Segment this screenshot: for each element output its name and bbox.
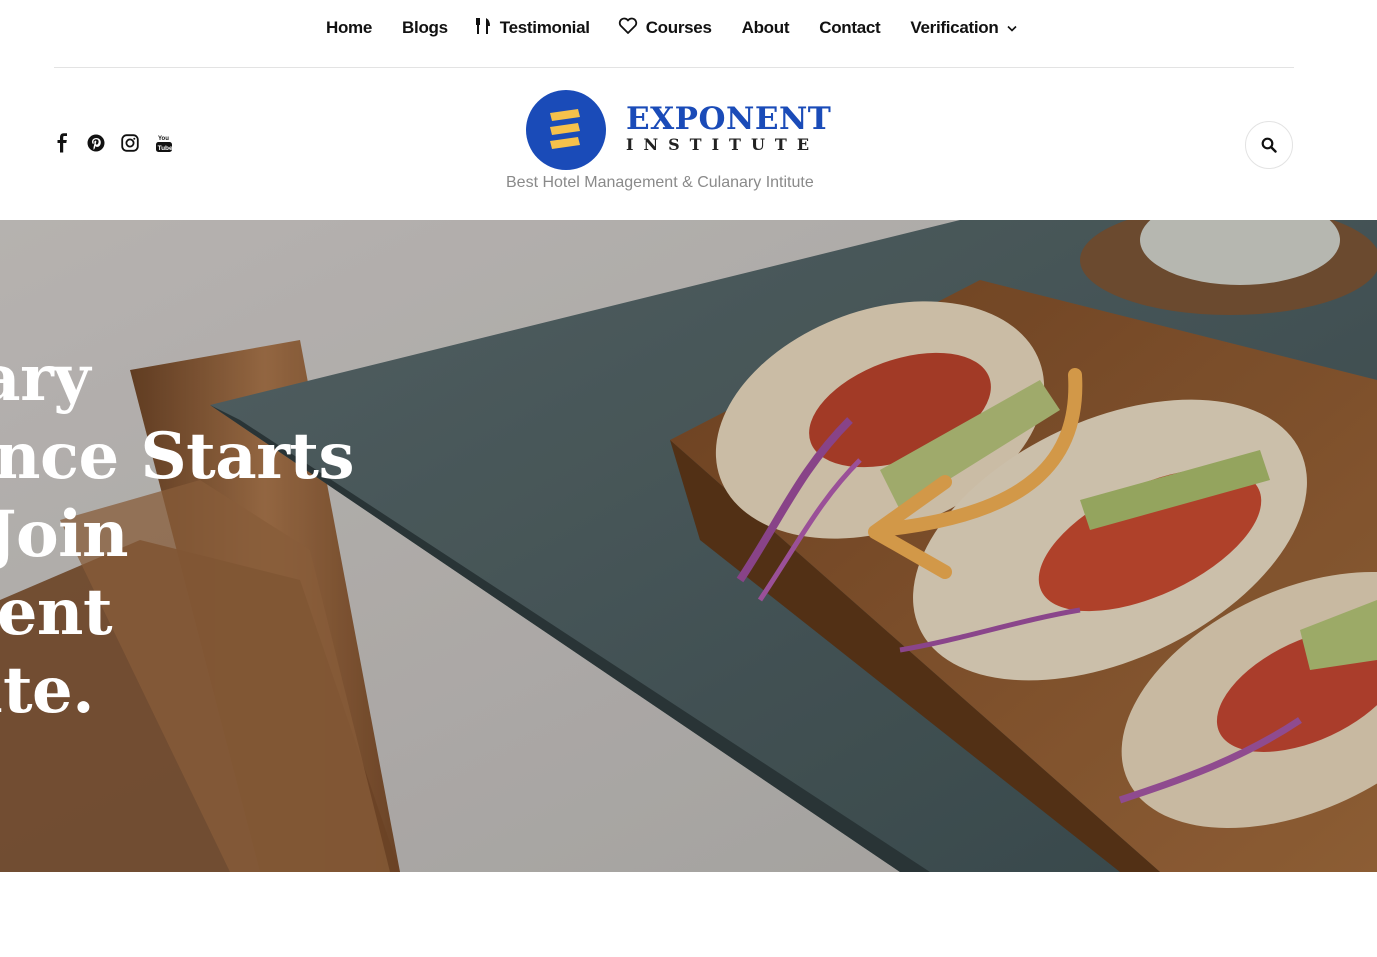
fork-knife-icon — [475, 17, 492, 40]
hero-line: ary — [0, 341, 91, 416]
nav-divider — [54, 67, 1294, 68]
nav-item-contact[interactable]: Contact — [819, 16, 880, 40]
nav-item-label: Home — [326, 18, 373, 37]
top-navigation: Home Blogs Testimonial Courses About Con… — [0, 0, 1377, 56]
heart-icon — [618, 17, 638, 40]
facebook-icon[interactable] — [52, 133, 72, 153]
hero-line: ent — [0, 575, 113, 650]
site-logo[interactable]: EXPONENT INSTITUTE — [526, 90, 831, 170]
nav-item-label: About — [741, 18, 790, 37]
instagram-icon[interactable] — [120, 133, 140, 153]
nav-menu: Home Blogs Testimonial Courses About Con… — [326, 16, 1018, 40]
nav-item-home[interactable]: Home — [326, 16, 372, 40]
nav-item-courses[interactable]: Courses — [618, 16, 712, 40]
social-links: You Tube — [52, 133, 174, 153]
hero-line: ence Starts — [0, 419, 355, 494]
nav-item-verification[interactable]: Verification — [910, 16, 1018, 40]
logo-subtitle: INSTITUTE — [626, 135, 820, 154]
search-button[interactable] — [1245, 121, 1293, 169]
nav-item-label: Contact — [819, 18, 881, 37]
svg-text:You: You — [158, 136, 169, 142]
logo-emblem — [526, 90, 606, 170]
nav-item-blogs[interactable]: Blogs — [402, 16, 448, 40]
nav-item-label: Blogs — [402, 18, 448, 37]
search-icon — [1261, 137, 1277, 153]
youtube-icon[interactable]: You Tube — [154, 133, 174, 153]
nav-item-label: Testimonial — [499, 18, 590, 37]
pinterest-icon[interactable] — [86, 133, 106, 153]
logo-text: EXPONENT INSTITUTE — [626, 104, 831, 156]
hero-line: ute. — [0, 653, 95, 728]
hero-banner: ary ence Starts Join ent ute. — [0, 220, 1377, 872]
chevron-down-icon — [1007, 25, 1018, 32]
nav-item-about[interactable]: About — [742, 16, 790, 40]
logo-title: EXPONENT — [626, 101, 832, 137]
nav-item-testimonial[interactable]: Testimonial — [475, 16, 590, 40]
nav-item-label: Courses — [645, 18, 712, 37]
svg-text:Tube: Tube — [158, 145, 173, 152]
hero-headline: ary ence Starts Join ent ute. — [0, 340, 355, 730]
hero-line: Join — [0, 497, 129, 572]
nav-item-label: Verification — [910, 18, 999, 37]
site-tagline: Best Hotel Management & Culanary Intitut… — [506, 174, 814, 191]
